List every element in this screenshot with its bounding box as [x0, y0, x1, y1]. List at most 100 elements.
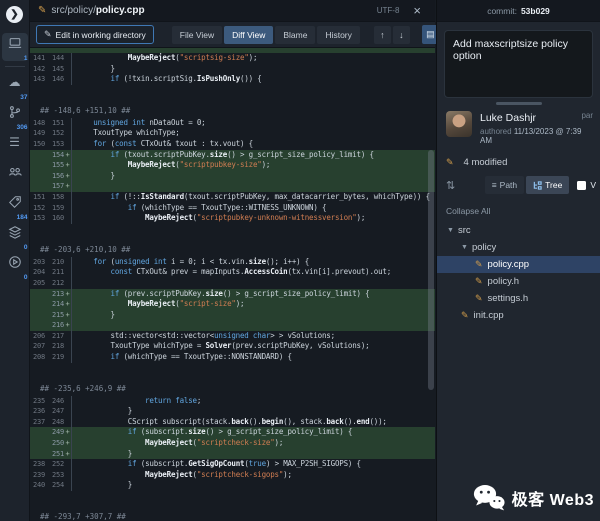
view-switcher: File View Diff View Blame History [172, 26, 360, 44]
expand-sidebar-button[interactable]: ❯ [6, 6, 23, 23]
diff-row-added: 214+ MaybeReject("script-size"); [30, 299, 435, 310]
diff-row-context: 207218 TxoutType whichType = Solver(prev… [30, 341, 435, 352]
commit-label: commit: [487, 6, 517, 16]
tree-item-label: policy [472, 242, 496, 253]
hunk-header: ## -235,6 +246,9 ## [30, 382, 435, 396]
diff-row-added: 215+ } [30, 310, 435, 321]
diff-main-area: ✎ src/policy/policy.cpp UTF-8 × ✎ Edit i… [30, 0, 435, 521]
sidebar-item-run[interactable]: 0 [2, 252, 28, 280]
modified-pencil-icon: ✎ [475, 276, 483, 287]
tree-icon [533, 181, 542, 190]
diff-row-context: 152159 if (whichType == TxoutType::WITNE… [30, 203, 435, 214]
graph-icon [8, 105, 22, 119]
tree-item-policy-cpp[interactable]: ✎ policy.cpp [437, 256, 600, 273]
diff-row-context: 237248 CScript subscript(stack.back().be… [30, 417, 435, 428]
diff-row-context: 141144 MaybeReject("scriptsig-size"); [30, 53, 435, 64]
commit-message-box[interactable]: Add maxscriptsize policy option [444, 30, 593, 98]
cloud-icon: ☁ [9, 75, 21, 89]
tab-diff-view[interactable]: Diff View [224, 26, 273, 44]
hunk-header: ## -203,6 +210,10 ## [30, 243, 435, 257]
modified-pencil-icon: ✎ [475, 259, 483, 270]
diff-row-added: 156+ } [30, 171, 435, 182]
diff-row-context: 238252 if (subscript.GetSigOpCount(true)… [30, 459, 435, 470]
prev-hunk-button[interactable]: ↑ [374, 26, 391, 44]
edit-in-working-directory-button[interactable]: ✎ Edit in working directory [36, 25, 154, 44]
diff-gap [30, 85, 435, 104]
caret-down-icon: ▼ [447, 227, 454, 234]
diff-gap [30, 491, 435, 510]
diff-row-context: 143146 if (!txin.scriptSig.IsPushOnly())… [30, 74, 435, 85]
play-circle-icon [8, 255, 22, 269]
computer-icon [8, 36, 22, 50]
tab-blame[interactable]: Blame [275, 26, 315, 44]
commit-header: commit: 53b029 [437, 0, 600, 22]
diff-viewer: 141144 MaybeReject("scriptsig-size");142… [30, 48, 435, 521]
commit-hash: 53b029 [521, 6, 550, 16]
sidebar-item-cloud[interactable]: ☁ 37 [2, 72, 28, 100]
diff-row-context: 150153 for (const CTxOut& txout : tx.vou… [30, 139, 435, 150]
sidebar-item-commits[interactable]: 1 [2, 33, 28, 61]
watermark-text: 极客 Web3 [512, 486, 594, 510]
caret-down-icon: ▼ [461, 244, 468, 251]
diff-scrollbar[interactable] [428, 150, 434, 390]
watermark: 极客 Web3 [473, 484, 594, 511]
tree-item-policy-h[interactable]: ✎policy.h [437, 273, 600, 290]
pencil-icon: ✎ [446, 157, 454, 168]
diff-row-added: 155+ MaybeReject("scriptpubkey-size"); [30, 160, 435, 171]
diff-row-added: 249+ if (subscript.size() > g_script_siz… [30, 427, 435, 438]
diff-row-context: 206217 std::vector<std::vector<unsigned … [30, 331, 435, 342]
modified-pencil-icon: ✎ [38, 5, 46, 16]
close-icon[interactable]: × [413, 5, 421, 17]
next-hunk-button[interactable]: ↓ [393, 26, 410, 44]
commit-panel: commit: 53b029 Add maxscriptsize policy … [436, 0, 600, 521]
diff-row-context: 240254 } [30, 480, 435, 491]
divider [5, 66, 25, 67]
hunk-navigation: ↑ ↓ [374, 26, 410, 44]
tree-item-src[interactable]: ▼ src [437, 222, 600, 239]
avatar [446, 111, 472, 137]
sidebar-item-graph[interactable]: 306 [2, 102, 28, 130]
tree-item-label: policy.cpp [488, 259, 530, 270]
badge-count: 1 [24, 55, 28, 62]
tree-item-label: src [458, 225, 471, 236]
stash-icon [8, 225, 22, 239]
diff-row-context: 204211 const CTxOut& prev = mapInputs.Ac… [30, 267, 435, 278]
file-path: src/policy/policy.cpp [51, 5, 144, 16]
tree-item-label: settings.h [488, 293, 529, 304]
path-view-button[interactable]: ≡ Path [485, 176, 524, 194]
view-checkbox[interactable] [577, 181, 586, 190]
tree-item-init-cpp[interactable]: ✎init.cpp [437, 307, 600, 324]
sort-icon[interactable]: ⇅ [446, 179, 455, 192]
sidebar-item-tags[interactable]: 184 [2, 192, 28, 220]
tag-icon [8, 195, 22, 209]
wechat-icon [473, 484, 505, 511]
diff-row-added: 154+ if (txout.scriptPubKey.size() > g_s… [30, 150, 435, 161]
team-icon [8, 165, 22, 179]
diff-toolbar: ✎ Edit in working directory File View Di… [30, 22, 435, 48]
modified-pencil-icon: ✎ [475, 293, 483, 304]
sidebar-item-list[interactable]: ☰ [2, 132, 28, 160]
badge-count: 184 [17, 214, 28, 221]
tree-view-button[interactable]: Tree [526, 176, 569, 194]
diff-row-context: 151158 if (!::IsStandard(txout.scriptPub… [30, 192, 435, 203]
tree-item-policy[interactable]: ▼ policy [437, 239, 600, 256]
sidebar-item-team[interactable] [2, 162, 28, 190]
diff-row-context: 149152 TxoutType whichType; [30, 128, 435, 139]
sidebar-item-stash[interactable]: 0 [2, 222, 28, 250]
pencil-icon: ✎ [44, 29, 52, 40]
diff-row-added: 157+ [30, 181, 435, 192]
badge-count: 0 [24, 244, 28, 251]
view-checkbox-label: V [590, 180, 596, 190]
list-icon: ☰ [9, 135, 20, 149]
tree-item-settings-h[interactable]: ✎ settings.h [437, 290, 600, 307]
hunk-header: ## -293,7 +307,7 ## [30, 510, 435, 521]
modified-pencil-icon: ✎ [461, 310, 469, 321]
diff-gap [30, 224, 435, 243]
tab-history[interactable]: History [317, 26, 359, 44]
authored-date: authored 11/13/2023 @ 7:39 AM [480, 127, 591, 145]
message-resize-handle[interactable] [496, 102, 542, 105]
collapse-all-link[interactable]: Collapse All [446, 206, 591, 216]
tab-file-view[interactable]: File View [172, 26, 222, 44]
diff-row-context: 205212 [30, 278, 435, 289]
badge-count: 0 [24, 274, 28, 281]
